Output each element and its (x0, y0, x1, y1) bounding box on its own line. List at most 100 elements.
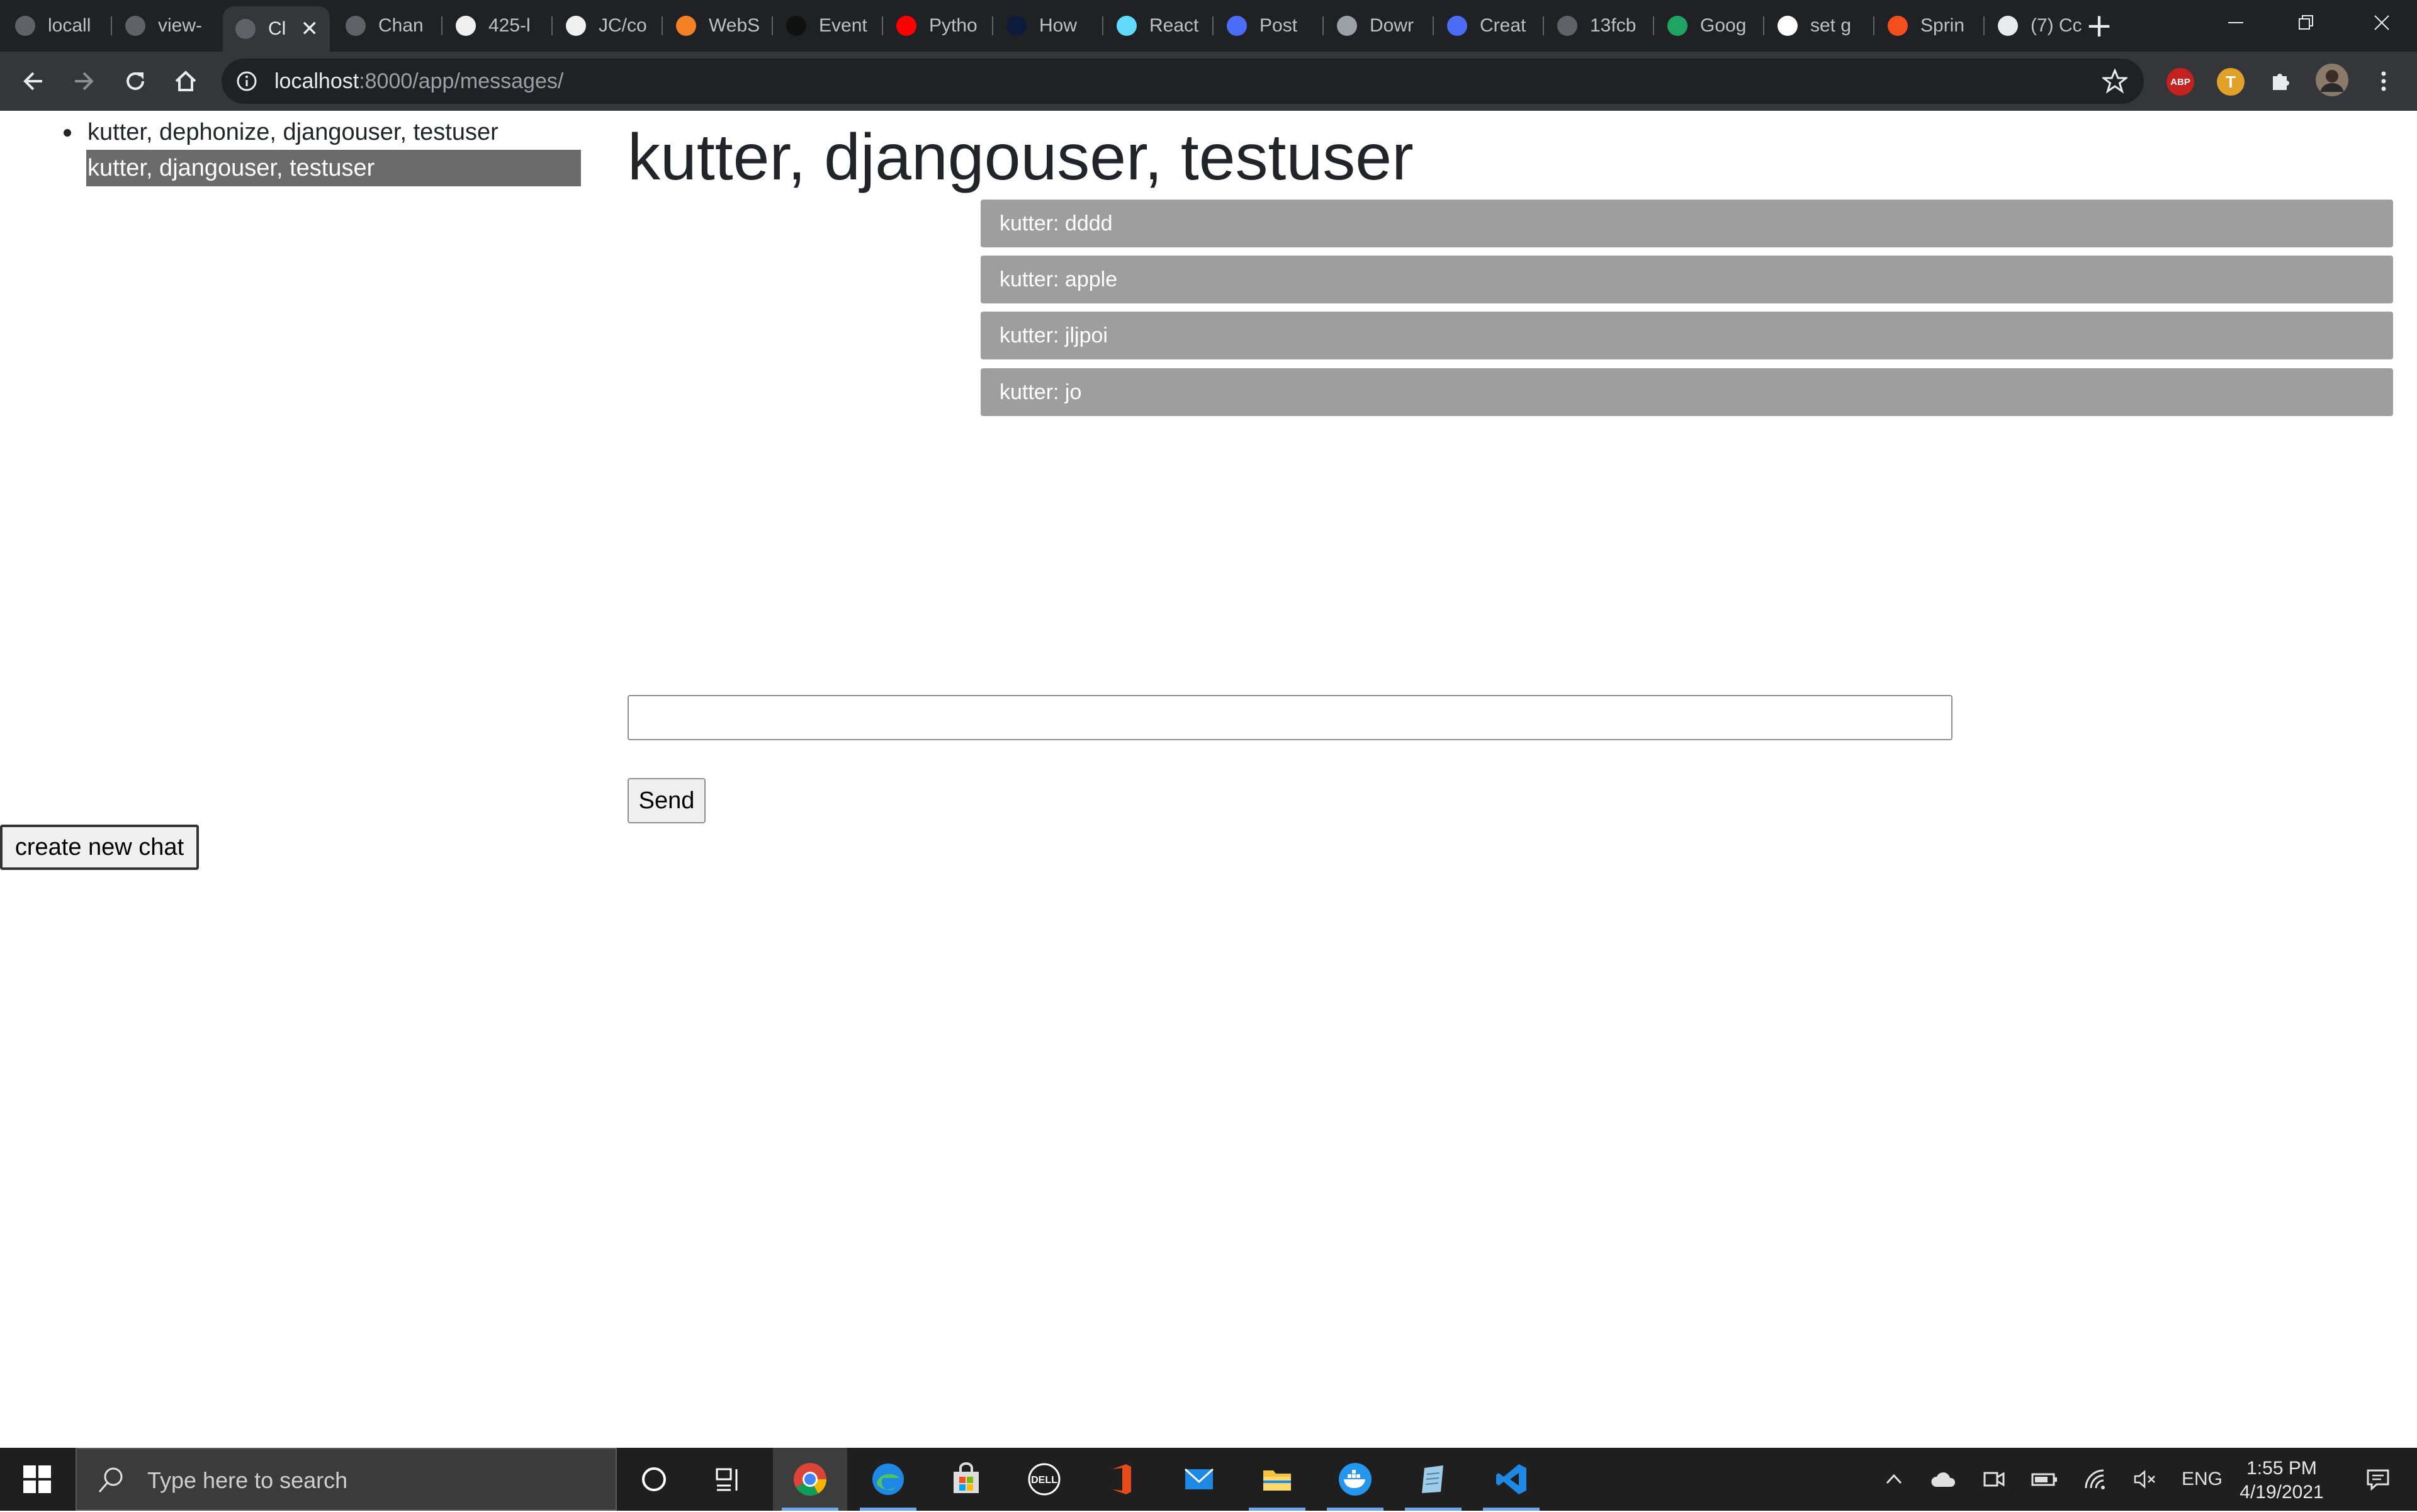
notifications-icon (2367, 1469, 2389, 1491)
windows-taskbar: Type here to search DELL ENG 1:55 PM 4/1… (0, 1448, 2417, 1511)
figma-icon (1888, 16, 1908, 36)
tab-title: JC/co (599, 15, 647, 36)
extensions-button[interactable] (2262, 63, 2299, 99)
new-tab-button[interactable]: + (2083, 9, 2115, 43)
browser-tab[interactable]: WebS (663, 6, 770, 45)
chevron-up-icon (1886, 1474, 1902, 1484)
running-indicator (860, 1508, 916, 1511)
minimize-window-button[interactable] (2200, 0, 2271, 45)
browser-tab[interactable]: Cl ✕ (223, 6, 330, 52)
taskbar-app-notepad[interactable] (1396, 1448, 1470, 1511)
adblock-plus-icon[interactable]: ABP (2166, 68, 2194, 96)
tab-separator (992, 16, 993, 35)
bookmark-star-icon[interactable] (2102, 69, 2127, 94)
news-icon (1998, 16, 2018, 36)
forward-button[interactable] (65, 63, 102, 99)
battery-tray-button[interactable] (2027, 1448, 2062, 1511)
home-button[interactable] (167, 63, 204, 99)
browser-tab[interactable]: set g (1765, 6, 1872, 45)
taskbar-microsoft-store[interactable] (929, 1448, 1003, 1511)
create-new-chat-button[interactable]: create new chat (0, 825, 199, 870)
home-icon (175, 71, 196, 91)
browser-tab[interactable]: Chan (333, 6, 440, 45)
task-view-button[interactable] (691, 1448, 765, 1511)
start-button[interactable] (0, 1448, 74, 1511)
close-window-button[interactable] (2347, 0, 2417, 45)
taskbar-clock[interactable]: 1:55 PM 4/19/2021 (2228, 1457, 2335, 1504)
site-info-icon[interactable] (235, 70, 258, 93)
chat-title: kutter, djangouser, testuser (628, 121, 1414, 194)
network-tray-button[interactable] (2078, 1448, 2114, 1511)
browser-tab[interactable]: Dowr (1324, 6, 1431, 45)
browser-tab[interactable]: locall (3, 6, 110, 45)
dark-bird-icon (786, 16, 806, 36)
github-icon (566, 16, 586, 36)
tab-title: view- (158, 15, 203, 36)
volume-muted-icon (2134, 1470, 2155, 1489)
url-text[interactable]: localhost:8000/app/messages/ (274, 59, 563, 104)
chat-list-item[interactable]: kutter, dephonize, djangouser, testuser (64, 114, 499, 150)
browser-tab[interactable]: Goog (1655, 6, 1762, 45)
message-item: kutter: apple (981, 256, 2393, 303)
vscode-icon (1496, 1464, 1526, 1494)
taskbar-mail[interactable] (1162, 1448, 1236, 1511)
browser-tab[interactable]: 425-l (443, 6, 550, 45)
mail-envelope-icon (1184, 1468, 1214, 1489)
tampermonkey-icon[interactable]: T (2217, 68, 2245, 96)
tab-separator (1983, 16, 1985, 35)
browser-tab[interactable]: view- (113, 6, 220, 45)
taskbar-dell[interactable]: DELL (1007, 1448, 1081, 1511)
taskbar-search-box[interactable]: Type here to search (76, 1448, 617, 1511)
show-hidden-icons-button[interactable] (1878, 1448, 1910, 1511)
cortana-button[interactable] (617, 1448, 691, 1511)
browser-tab[interactable]: (7) Cc (1985, 6, 2092, 45)
tab-title: locall (48, 15, 91, 36)
restore-window-button[interactable] (2271, 0, 2341, 45)
puzzle-piece-icon (2273, 74, 2289, 90)
tab-title: Goog (1700, 15, 1747, 36)
taskbar-chrome[interactable] (773, 1448, 847, 1511)
tab-separator (551, 16, 553, 35)
taskbar-docker[interactable] (1318, 1448, 1392, 1511)
browser-tab[interactable]: How (994, 6, 1101, 45)
tab-title: React (1149, 15, 1199, 36)
globe-icon (235, 19, 256, 39)
browser-tab[interactable]: Event (774, 6, 881, 45)
browser-tab[interactable]: 13fcb (1545, 6, 1652, 45)
browser-tab[interactable]: Pytho (884, 6, 991, 45)
browser-tab[interactable]: Sprin (1875, 6, 1982, 45)
url-host: localhost (274, 69, 359, 93)
onedrive-tray-button[interactable] (1926, 1448, 1961, 1511)
react-icon (1117, 16, 1137, 36)
chat-list-item-selected[interactable]: kutter, djangouser, testuser (86, 150, 581, 186)
taskbar-office[interactable] (1084, 1448, 1158, 1511)
action-center-button[interactable] (2347, 1448, 2409, 1511)
taskbar-edge[interactable] (851, 1448, 925, 1511)
taskbar-file-explorer[interactable] (1240, 1448, 1314, 1511)
globe-icon (15, 16, 35, 36)
tab-title: Post (1259, 15, 1298, 36)
back-button[interactable] (15, 63, 52, 99)
send-button[interactable]: Send (628, 778, 706, 823)
input-language-indicator[interactable]: ENG (2182, 1448, 2223, 1511)
browser-tab[interactable]: JC/co (553, 6, 660, 45)
tab-close-icon[interactable]: ✕ (301, 16, 319, 42)
chrome-menu-button[interactable] (2365, 63, 2402, 99)
browser-tab[interactable]: React (1104, 6, 1211, 45)
a-logo-icon (1006, 16, 1027, 36)
volume-tray-button[interactable] (2127, 1448, 2163, 1511)
taskbar-vscode[interactable] (1474, 1448, 1548, 1511)
reload-button[interactable] (117, 63, 154, 99)
browser-tab[interactable]: Creat (1434, 6, 1541, 45)
address-bar[interactable]: localhost:8000/app/messages/ (222, 59, 2144, 104)
meet-now-tray-button[interactable] (1976, 1448, 2012, 1511)
tab-title: How (1039, 15, 1078, 36)
message-input[interactable] (628, 695, 1952, 740)
tab-separator (1873, 16, 1874, 35)
browser-tab[interactable]: Post (1214, 6, 1321, 45)
clock-date: 4/19/2021 (2240, 1482, 2324, 1503)
folder-icon (1263, 1470, 1291, 1491)
tab-separator (1322, 16, 1324, 35)
clock-time: 1:55 PM (2246, 1458, 2317, 1479)
profile-button[interactable] (2314, 62, 2350, 98)
